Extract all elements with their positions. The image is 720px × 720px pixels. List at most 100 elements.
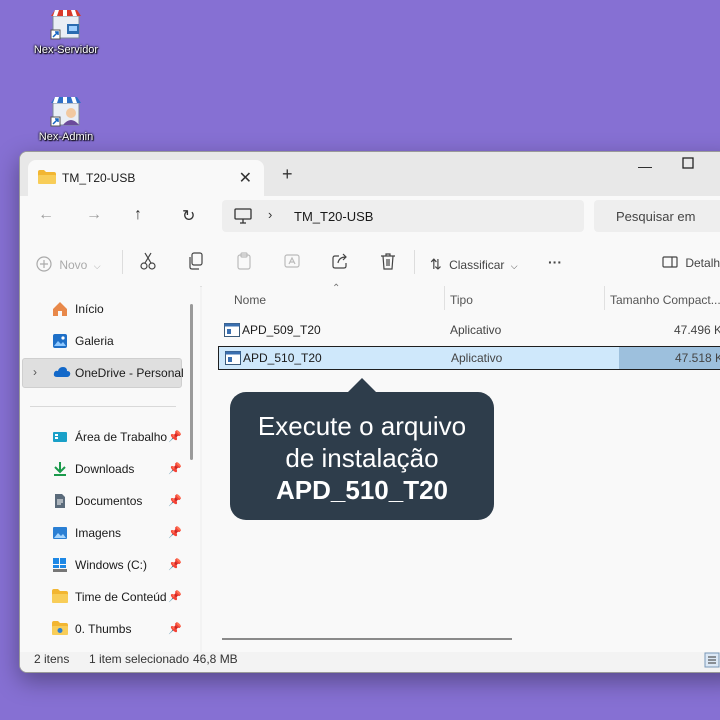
new-label: Novo bbox=[59, 258, 88, 272]
pin-icon[interactable]: 📌 bbox=[168, 558, 182, 571]
sidebar-divider bbox=[30, 406, 176, 407]
pin-icon[interactable]: 📌 bbox=[168, 462, 182, 475]
chevron-right-icon[interactable]: › bbox=[33, 365, 37, 379]
cut-icon[interactable] bbox=[140, 252, 156, 273]
desktop-shortcut-nex-servidor[interactable]: Nex-Servidor bbox=[21, 8, 111, 56]
sidebar-scrollbar[interactable] bbox=[190, 304, 193, 460]
status-bar: 2 itens 1 item selecionado 46,8 MB bbox=[20, 652, 720, 672]
pin-icon[interactable]: 📌 bbox=[168, 526, 182, 539]
breadcrumb[interactable]: TM_T20-USB bbox=[294, 209, 373, 224]
application-icon bbox=[225, 351, 241, 368]
minimize-icon[interactable]: — bbox=[638, 158, 652, 174]
horizontal-scrollbar[interactable] bbox=[222, 638, 512, 640]
desktop-icon-label: Nex-Servidor bbox=[33, 44, 99, 56]
back-icon[interactable]: ← bbox=[38, 206, 54, 224]
selection-size: 46,8 MB bbox=[193, 652, 238, 666]
file-type: Aplicativo bbox=[451, 351, 503, 365]
sidebar-item-time-de-conteudo[interactable]: Time de Conteúd 📌 bbox=[20, 583, 184, 611]
sidebar-item-windows-c[interactable]: Windows (C:) 📌 bbox=[20, 551, 184, 579]
navigation-pane: Início Galeria › OneDrive - Personal Áre… bbox=[20, 286, 200, 652]
tab-title: TM_T20-USB bbox=[62, 171, 136, 185]
details-pane-icon bbox=[662, 256, 681, 270]
instruction-callout: Execute o arquivo de instalação APD_510_… bbox=[230, 378, 494, 520]
sidebar-item-imagens[interactable]: Imagens 📌 bbox=[20, 519, 184, 547]
column-divider[interactable] bbox=[444, 286, 445, 310]
details-pane-button[interactable]: Detalh bbox=[662, 256, 720, 270]
drive-icon bbox=[52, 557, 68, 573]
delete-icon[interactable] bbox=[380, 252, 396, 273]
forward-icon[interactable]: → bbox=[86, 206, 102, 224]
toolbar-divider bbox=[122, 250, 123, 274]
sidebar-item-inicio[interactable]: Início bbox=[20, 295, 184, 323]
pin-icon[interactable]: 📌 bbox=[168, 430, 182, 443]
sidebar-item-area-de-trabalho[interactable]: Área de Trabalho 📌 bbox=[20, 423, 184, 451]
pin-icon[interactable]: 📌 bbox=[168, 494, 182, 507]
onedrive-icon bbox=[53, 365, 71, 381]
paste-icon[interactable] bbox=[236, 252, 252, 273]
close-tab-icon[interactable]: ✕ bbox=[239, 168, 252, 188]
tab-tm-t20-usb[interactable]: TM_T20-USB ✕ bbox=[28, 160, 264, 196]
file-size: 47.496 KB bbox=[674, 323, 720, 337]
sidebar-item-label: Galeria bbox=[75, 334, 114, 348]
file-name: APD_510_T20 bbox=[243, 351, 322, 365]
sidebar-item-documentos[interactable]: Documentos 📌 bbox=[20, 487, 184, 515]
new-tab-button[interactable]: + bbox=[282, 164, 293, 185]
callout-line-2: de instalação bbox=[285, 443, 439, 473]
search-input[interactable]: Pesquisar em bbox=[594, 200, 720, 232]
sidebar-item-0-thumbs[interactable]: 0. Thumbs 📌 bbox=[20, 615, 184, 643]
column-divider[interactable] bbox=[604, 286, 605, 310]
sidebar-item-downloads[interactable]: Downloads 📌 bbox=[20, 455, 184, 483]
file-row-selected[interactable]: APD_510_T20 Aplicativo 47.518 KB bbox=[218, 346, 720, 370]
folder-icon bbox=[52, 589, 68, 605]
file-size: 47.518 KB bbox=[675, 351, 720, 365]
file-row[interactable]: APD_509_T20 Aplicativo 47.496 KB bbox=[218, 318, 720, 342]
refresh-icon[interactable]: ↻ bbox=[182, 206, 195, 226]
details-view-icon[interactable] bbox=[704, 652, 720, 671]
sidebar-item-label: 0. Thumbs bbox=[75, 622, 132, 636]
more-options-button[interactable]: ··· bbox=[548, 254, 562, 270]
folder-icon bbox=[38, 170, 56, 187]
share-icon[interactable] bbox=[332, 252, 348, 273]
desktop-shortcut-nex-admin[interactable]: Nex-Admin bbox=[21, 95, 111, 143]
up-icon[interactable]: ↑ bbox=[134, 206, 142, 224]
gallery-icon bbox=[52, 333, 68, 349]
callout-line-1: Execute o arquivo bbox=[257, 411, 467, 441]
sort-button[interactable]: ⇅ Classificar ⌵ bbox=[430, 256, 518, 273]
sidebar-item-label: Início bbox=[75, 302, 104, 316]
sidebar-item-label: Windows (C:) bbox=[75, 558, 148, 572]
sort-ascending-icon: ⌃ bbox=[332, 283, 341, 294]
file-type: Aplicativo bbox=[450, 323, 502, 337]
title-bar: TM_T20-USB ✕ + — bbox=[20, 152, 720, 196]
column-header-type[interactable]: Tipo bbox=[450, 293, 473, 307]
pin-icon[interactable]: 📌 bbox=[168, 622, 182, 635]
new-button[interactable]: Novo ⌵ bbox=[36, 256, 101, 272]
column-header-name[interactable]: Nome bbox=[234, 293, 266, 307]
item-count: 2 itens bbox=[34, 652, 70, 666]
selection-count: 1 item selecionado bbox=[89, 652, 190, 666]
pictures-icon bbox=[52, 525, 68, 541]
callout-line-3: APD_510_T20 bbox=[276, 475, 448, 505]
rename-icon[interactable] bbox=[284, 252, 300, 273]
copy-icon[interactable] bbox=[188, 252, 204, 273]
downloads-icon bbox=[52, 461, 68, 477]
details-label: Detalh bbox=[685, 256, 720, 270]
nex-servidor-shortcut-icon bbox=[49, 8, 83, 42]
search-placeholder: Pesquisar em bbox=[616, 209, 696, 224]
sidebar-item-galeria[interactable]: Galeria bbox=[20, 327, 184, 355]
file-name: APD_509_T20 bbox=[242, 323, 321, 337]
sort-label: Classificar bbox=[449, 258, 505, 272]
sort-icon: ⇅ bbox=[430, 256, 442, 272]
sidebar-item-label: Downloads bbox=[75, 462, 135, 476]
maximize-icon[interactable] bbox=[682, 156, 694, 172]
chevron-right-icon[interactable]: › bbox=[268, 207, 272, 222]
column-header-size[interactable]: Tamanho Compact... bbox=[610, 293, 720, 307]
sidebar-item-label: Imagens bbox=[75, 526, 122, 540]
nex-admin-shortcut-icon bbox=[49, 95, 83, 129]
application-icon bbox=[224, 323, 240, 340]
pin-icon[interactable]: 📌 bbox=[168, 590, 182, 603]
sidebar-item-onedrive[interactable]: › OneDrive - Personal bbox=[22, 358, 184, 388]
desktop-icon-label: Nex-Admin bbox=[38, 131, 94, 143]
address-bar[interactable]: › TM_T20-USB bbox=[222, 200, 584, 232]
command-bar: Novo ⌵ ⇅ Classificar ⌵ ··· Detalh bbox=[20, 238, 720, 287]
toolbar-divider bbox=[414, 250, 415, 274]
